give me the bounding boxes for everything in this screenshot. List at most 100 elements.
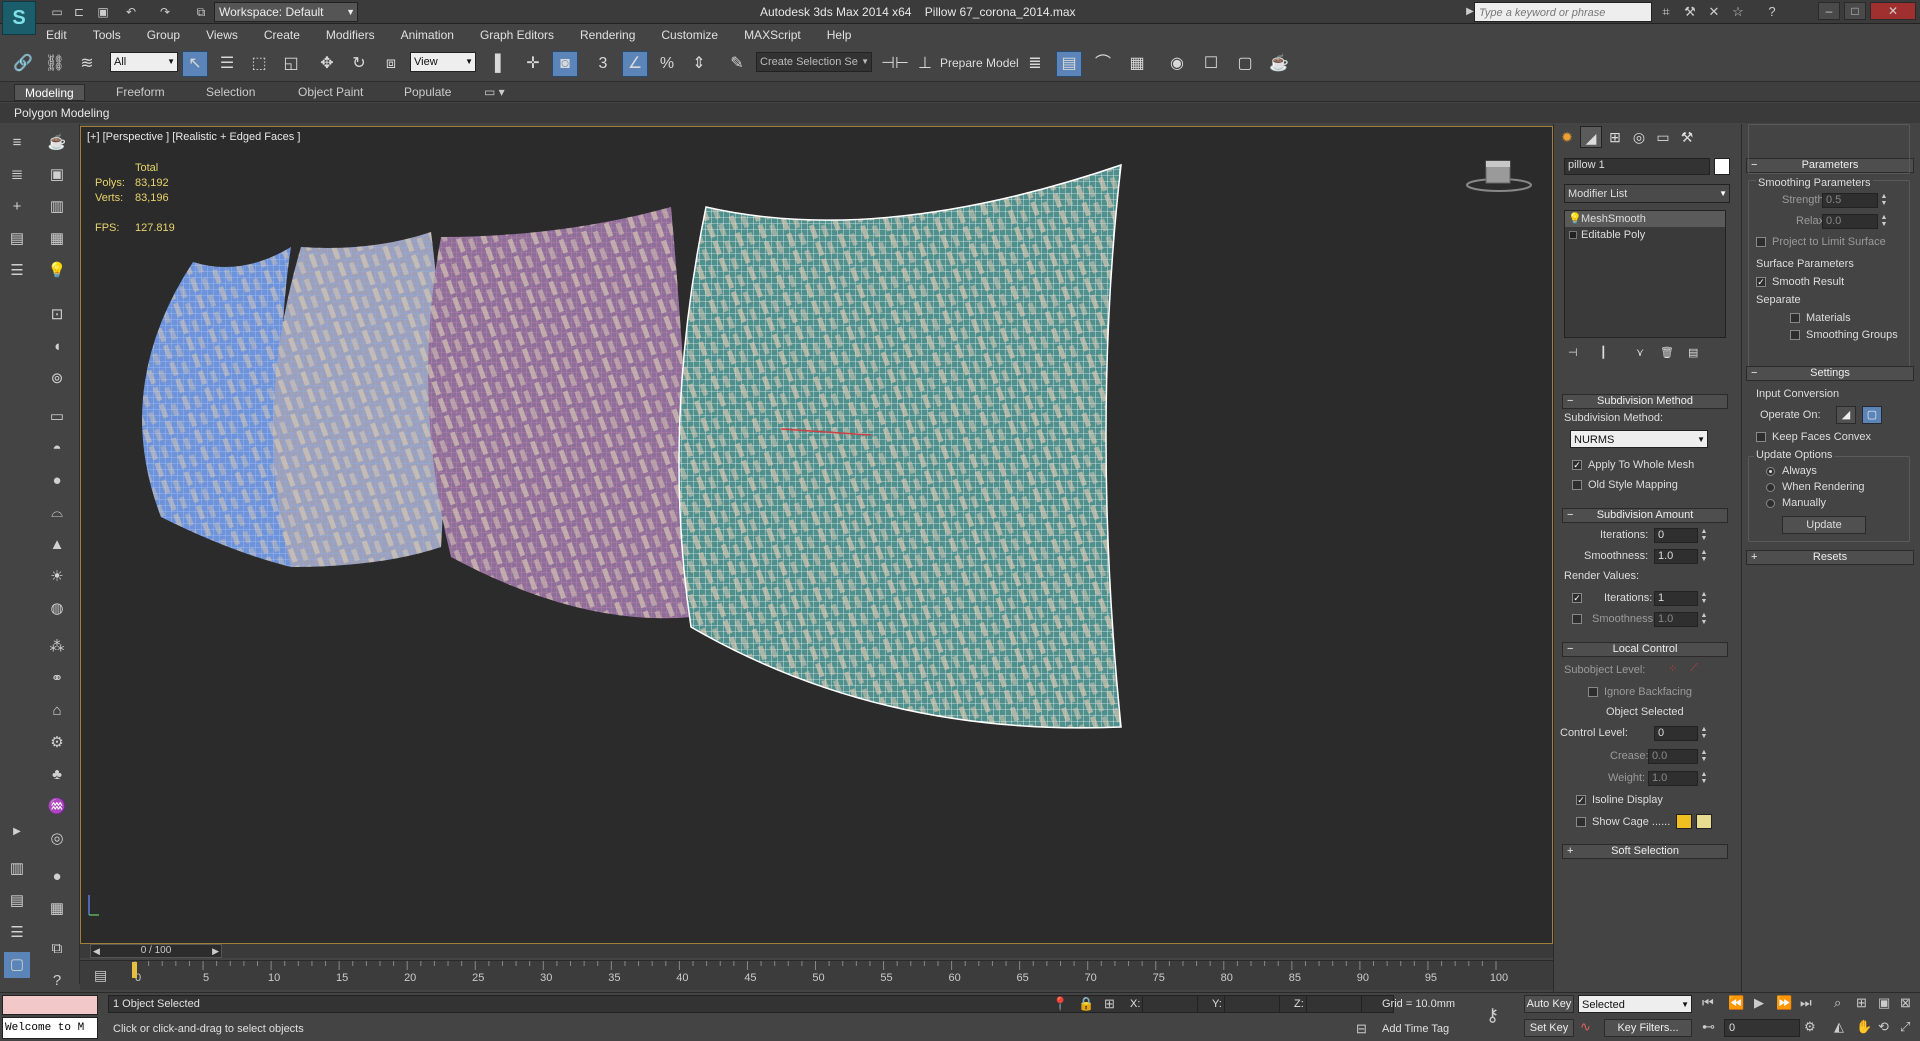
orbit-icon[interactable]: ⟲ [1878, 1019, 1889, 1035]
polygon-modeling-bar[interactable]: Polygon Modeling [0, 103, 1920, 123]
go-to-end-icon[interactable]: ⏭ [1800, 995, 1812, 1011]
angle-snap-icon[interactable]: ∠ [622, 51, 648, 77]
auto-key-button[interactable]: Auto Key [1524, 995, 1574, 1013]
modifier-list-dropdown[interactable]: Modifier List ▼ [1564, 184, 1730, 203]
rollout-resets[interactable]: + Resets [1746, 550, 1914, 565]
reference-coordinate-dropdown[interactable]: View ▼ [410, 52, 476, 72]
help-icon[interactable]: ? [1762, 3, 1782, 21]
tab-modeling[interactable]: Modeling [14, 84, 85, 101]
z-coordinate-field[interactable] [1306, 995, 1362, 1013]
render-smoothness-checkbox[interactable] [1572, 614, 1582, 624]
menu-create[interactable]: Create [264, 28, 300, 42]
scene-explorer-side-icon[interactable]: ≡ [4, 130, 30, 156]
molecule-icon[interactable]: ⚭ [44, 666, 70, 692]
scene-pillows[interactable] [81, 127, 1553, 944]
next-frame-icon[interactable]: ⏩ [1776, 995, 1792, 1011]
cage-color-swatch[interactable] [1676, 814, 1692, 829]
ribbon-options-icon[interactable]: ▭ ▾ [474, 84, 515, 101]
menu-customize[interactable]: Customize [661, 28, 718, 42]
create-plus-icon[interactable]: + [4, 194, 30, 220]
track-bar[interactable]: ▤ 0 5 10 15 20 25 30 35 40 45 50 55 60 65 70 75 80 85 90 95… [80, 960, 1553, 990]
viewport-single-icon[interactable]: ▢ [4, 952, 30, 978]
hierarchy-panel-icon[interactable]: ⊞ [1604, 126, 1626, 148]
remove-modifier-icon[interactable]: 🗑 [1660, 346, 1674, 359]
stack-expand-icon[interactable] [1569, 231, 1577, 239]
named-selection-dropdown[interactable]: Create Selection Se ▼ [756, 52, 872, 72]
search-input[interactable]: Type a keyword or phrase [1474, 2, 1652, 22]
light-bulb-icon[interactable]: 💡 [44, 258, 70, 284]
schematic-view-icon[interactable]: ▦ [1124, 51, 1150, 77]
menu-modifiers[interactable]: Modifiers [326, 28, 375, 42]
cage-selection-color-swatch[interactable] [1696, 814, 1712, 829]
document-icon[interactable]: ▥ [44, 194, 70, 220]
maxscript-mini-listener[interactable] [2, 995, 98, 1015]
time-slider-marker[interactable] [132, 962, 137, 978]
iterations-spinner[interactable]: 0 [1654, 528, 1698, 543]
menu-help[interactable]: Help [827, 28, 852, 42]
spinner-arrows-icon[interactable]: ▲ ▼ [1880, 214, 1888, 229]
favorites-icon[interactable]: ☆ [1728, 3, 1748, 21]
menu-views[interactable]: Views [206, 28, 238, 42]
utilities-panel-icon[interactable]: ⚒ [1676, 126, 1698, 148]
isoline-display-checkbox[interactable]: ✓ [1576, 795, 1586, 805]
rotate-icon[interactable]: ↻ [346, 51, 372, 77]
render-smoothness-spinner[interactable]: 1.0 [1654, 612, 1698, 627]
cone-icon[interactable]: ▲ [44, 532, 70, 558]
pillow-blue[interactable] [142, 247, 291, 567]
field-of-view-icon[interactable]: ◭ [1834, 1019, 1844, 1035]
strength-spinner[interactable]: 0.5 [1822, 193, 1878, 208]
smooth-result-checkbox[interactable]: ✓ [1756, 277, 1766, 287]
tab-selection[interactable]: Selection [196, 84, 265, 101]
sun-icon[interactable]: ☀ [44, 564, 70, 590]
select-by-name-icon[interactable]: ☰ [214, 51, 240, 77]
percent-snap-icon[interactable]: % [654, 51, 680, 77]
prepare-model-label[interactable]: Prepare Model [940, 56, 1019, 70]
create-panel-icon[interactable]: ✹ [1556, 126, 1578, 148]
time-configuration-icon[interactable]: ⚙ [1804, 1019, 1816, 1035]
layers-stack-icon[interactable]: ☰ [4, 258, 30, 284]
object-name-field[interactable]: pillow 1 [1564, 158, 1710, 175]
expand-arrow-icon[interactable]: ▶ [4, 819, 30, 845]
help-circle-icon[interactable]: ? [44, 968, 70, 994]
keyboard-shortcut-override-icon[interactable]: ◙ [552, 51, 578, 77]
rendered-frame-window-icon[interactable]: ▢ [1232, 51, 1258, 77]
add-time-tag[interactable]: Add Time Tag [1382, 1023, 1449, 1035]
absolute-mode-icon[interactable]: ⊞ [1104, 996, 1115, 1012]
snaps-toggle-icon[interactable]: 3 [590, 51, 616, 77]
render-production-icon[interactable]: ☕ [1266, 51, 1292, 77]
make-unique-icon[interactable]: ⋎ [1636, 346, 1644, 359]
image-icon[interactable]: ▣ [44, 162, 70, 188]
rollout-soft-selection[interactable]: + Soft Selection [1562, 844, 1728, 859]
spinner-arrows-icon[interactable]: ▲ ▼ [1700, 591, 1708, 606]
time-tag-icon[interactable]: ⊟ [1356, 1021, 1367, 1037]
stack-icon[interactable]: ⧉ [44, 936, 70, 962]
play-icon[interactable]: ▶ [1754, 995, 1764, 1011]
viewport-split-icon[interactable]: ▤ [4, 888, 30, 914]
rollout-local-control[interactable]: − Local Control [1562, 642, 1728, 657]
display-panel-icon[interactable]: ▭ [1652, 126, 1674, 148]
menu-tools[interactable]: Tools [93, 28, 121, 42]
project-folder-icon[interactable]: ⧉ [192, 3, 210, 21]
zoom-extents-icon[interactable]: ▣ [1878, 995, 1890, 1011]
pillow-teal-selected[interactable] [678, 163, 1122, 729]
workspace-dropdown[interactable]: Workspace: Default ▼ [214, 2, 358, 22]
undo-icon[interactable]: ↶ [122, 3, 140, 21]
save-icon[interactable]: ▣ [94, 3, 112, 21]
vertex-subobject-icon[interactable]: ⁘ [1668, 662, 1677, 675]
mirror-icon[interactable]: ⊣⊢ [880, 51, 909, 77]
go-to-start-icon[interactable]: ⏮ [1702, 995, 1714, 1011]
structure-icon[interactable]: ⌂ [44, 698, 70, 724]
zoom-icon[interactable]: ⌕ [1834, 995, 1841, 1011]
maximize-button[interactable]: □ [1844, 2, 1866, 20]
modify-panel-icon[interactable]: ◢ [1580, 126, 1602, 148]
material-editor-icon[interactable]: ◉ [1164, 51, 1190, 77]
camera-icon[interactable]: ⊡ [44, 302, 70, 328]
apply-whole-mesh-checkbox[interactable]: ✓ [1572, 460, 1582, 470]
render-iterations-spinner[interactable]: 1 [1654, 591, 1698, 606]
rectangular-selection-icon[interactable]: ⬚ [246, 51, 272, 77]
set-key-filter-icon[interactable]: ∿ [1580, 1019, 1591, 1035]
key-icon[interactable]: ⚷ [1486, 1005, 1499, 1026]
rollout-settings[interactable]: − Settings [1746, 366, 1914, 381]
keep-faces-convex-checkbox[interactable] [1756, 432, 1766, 442]
minimize-button[interactable]: – [1818, 2, 1840, 20]
